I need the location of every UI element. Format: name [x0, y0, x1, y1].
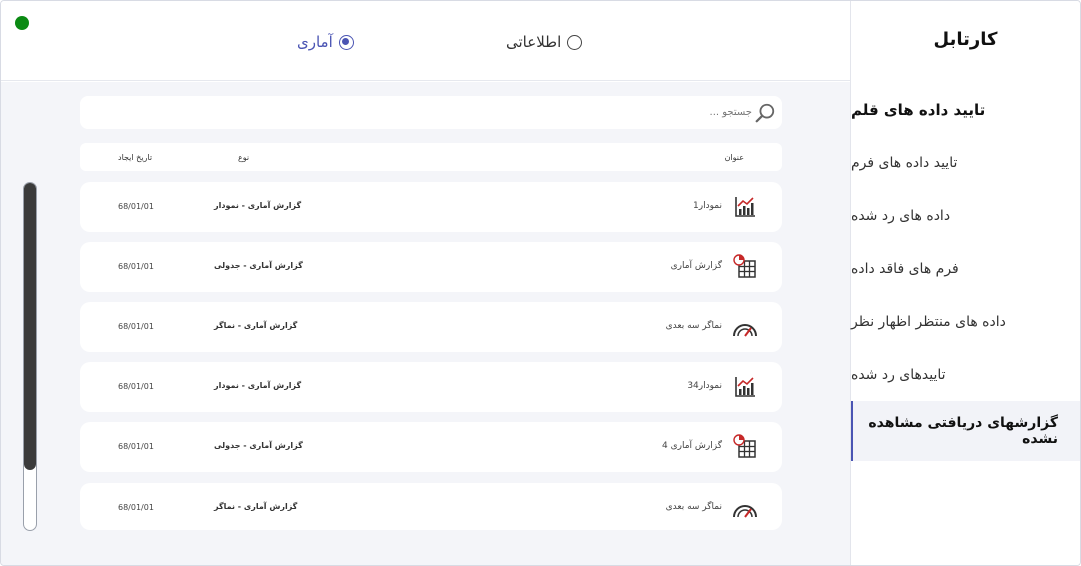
sidebar-item-unseen-reports[interactable]: گزارشهای دریافتی مشاهده نشده	[851, 401, 1080, 461]
table-row[interactable]: 68/01/01 گزارش آماری - نمودار نمودار34	[80, 362, 782, 412]
row-type: گزارش آماری - جدولی	[214, 441, 303, 450]
table-row[interactable]: 68/01/01 گزارش آماری - نماگر نماگر سه بع…	[80, 483, 782, 530]
row-date: 68/01/01	[118, 382, 154, 391]
report-list-panel: تاریخ ایجاد نوع عنوان 68/01/01 گزارش آما…	[1, 82, 852, 565]
sidebar: کارتابل تایید داده های قلم تایید داده ها…	[850, 1, 1080, 565]
header-title: عنوان	[724, 153, 744, 162]
search-icon[interactable]	[754, 102, 776, 124]
table-report-icon	[733, 434, 756, 458]
sidebar-menu: تایید داده های قلم تایید داده های فرم دا…	[851, 83, 1080, 461]
sidebar-item-forms-without-data[interactable]: فرم های فاقد داده	[851, 242, 1080, 295]
radio-informational-label: اطلاعاتی	[506, 33, 562, 51]
app-window: آماری اطلاعاتی تاریخ ایجاد نوع عنوان 68/…	[0, 0, 1081, 566]
scrollbar-thumb[interactable]	[24, 183, 36, 470]
row-type: گزارش آماری - نماگر	[214, 321, 298, 330]
row-title: نمودار1	[693, 201, 722, 211]
row-type: گزارش آماری - نمودار	[214, 201, 302, 210]
table-header: تاریخ ایجاد نوع عنوان	[80, 143, 782, 171]
row-title: نمودار34	[687, 381, 722, 391]
sidebar-item-rejected-data[interactable]: داده های رد شده	[851, 189, 1080, 242]
radio-statistical-label: آماری	[297, 33, 333, 51]
status-indicator-icon	[15, 16, 29, 30]
row-date: 68/01/01	[118, 442, 154, 451]
sidebar-item-pen-data-approval[interactable]: تایید داده های قلم	[851, 83, 1080, 136]
bar-chart-icon	[735, 197, 755, 217]
table-row[interactable]: 68/01/01 گزارش آماری - جدولی گزارش آماری…	[80, 422, 782, 472]
row-type: گزارش آماری - نمودار	[214, 381, 302, 390]
row-date: 68/01/01	[118, 503, 154, 512]
row-date: 68/01/01	[118, 262, 154, 271]
sidebar-item-rejected-approvals[interactable]: تاییدهای رد شده	[851, 348, 1080, 401]
search-box[interactable]	[80, 96, 782, 129]
header-created: تاریخ ایجاد	[118, 153, 153, 162]
sidebar-item-form-data-approval[interactable]: تایید داده های فرم	[851, 136, 1080, 189]
row-type: گزارش آماری - جدولی	[214, 261, 303, 270]
row-date: 68/01/01	[118, 322, 154, 331]
table-report-icon	[733, 254, 756, 278]
radio-checked-icon	[338, 34, 354, 50]
sidebar-title: کارتابل	[933, 29, 998, 50]
table-row[interactable]: 68/01/01 گزارش آماری - نمودار نمودار1	[80, 182, 782, 232]
row-title: گزارش آماری	[670, 261, 722, 271]
header-type: نوع	[238, 153, 250, 162]
gauge-icon	[733, 505, 757, 518]
row-title: نماگر سه بعدی	[665, 321, 722, 331]
gauge-icon	[733, 324, 757, 337]
sidebar-item-pending-comment[interactable]: داده های منتظر اظهار نظر	[851, 295, 1080, 348]
row-type: گزارش آماری - نماگر	[214, 502, 298, 511]
report-type-bar: آماری اطلاعاتی	[1, 1, 852, 81]
row-date: 68/01/01	[118, 202, 154, 211]
table-row[interactable]: 68/01/01 گزارش آماری - جدولی گزارش آماری	[80, 242, 782, 292]
row-title: گزارش آماری 4	[662, 441, 722, 451]
table-row[interactable]: 68/01/01 گزارش آماری - نماگر نماگر سه بع…	[80, 302, 782, 352]
row-title: نماگر سه بعدی	[665, 502, 722, 512]
radio-informational[interactable]: اطلاعاتی	[506, 33, 583, 51]
bar-chart-icon	[735, 377, 755, 397]
search-input[interactable]	[552, 107, 752, 118]
radio-statistical[interactable]: آماری	[297, 33, 354, 51]
radio-unchecked-icon	[567, 34, 583, 50]
